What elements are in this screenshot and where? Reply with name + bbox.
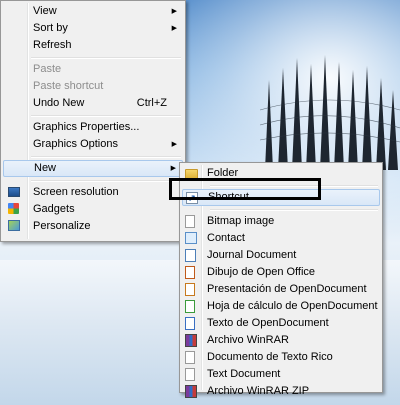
contact-icon [185, 232, 197, 244]
winrar-zip-icon [185, 385, 197, 398]
text-document-icon [185, 368, 195, 381]
submenu-item-contact[interactable]: Contact [182, 230, 380, 247]
menu-item-label: Screen resolution [33, 186, 119, 198]
openoffice-draw-icon [185, 266, 195, 279]
menu-item-label: Text Document [207, 368, 281, 380]
desktop-context-menu: View ▶ Sort by ▶ Refresh Paste Paste sho… [0, 0, 186, 242]
menu-item-sort-by[interactable]: Sort by ▶ [3, 20, 183, 37]
menu-item-personalize[interactable]: Personalize [3, 218, 183, 235]
menu-item-label: New [34, 162, 57, 174]
keyboard-shortcut: Ctrl+Z [136, 97, 167, 109]
menu-item-label: Archivo WinRAR ZIP [207, 385, 310, 397]
submenu-item-text-document[interactable]: Text Document [182, 366, 380, 383]
menu-item-label: Dibujo de Open Office [207, 266, 316, 278]
openoffice-calc-icon [185, 300, 195, 313]
menu-item-label: Texto de OpenDocument [207, 317, 329, 329]
menu-item-label: Sort by [33, 22, 68, 34]
submenu-item-winrar-archive[interactable]: Archivo WinRAR [182, 332, 380, 349]
submenu-item-winrar-zip[interactable]: Archivo WinRAR ZIP [182, 383, 380, 400]
submenu-item-bitmap-image[interactable]: Bitmap image [182, 213, 380, 230]
menu-item-graphics-options[interactable]: Graphics Options ▶ [3, 136, 183, 153]
monitor-icon [8, 187, 20, 197]
menu-item-label: View [33, 5, 57, 17]
submenu-arrow-icon: ▶ [170, 165, 176, 172]
menu-item-label: Bitmap image [207, 215, 275, 227]
menu-item-label: Hoja de cálculo de OpenDocument [207, 300, 378, 312]
submenu-arrow-icon: ▶ [171, 8, 177, 15]
menu-separator [3, 153, 183, 160]
menu-item-label: Refresh [33, 39, 72, 51]
menu-item-view[interactable]: View ▶ [3, 3, 183, 20]
submenu-item-openoffice-draw[interactable]: Dibujo de Open Office [182, 264, 380, 281]
menu-item-graphics-properties[interactable]: Graphics Properties... [3, 119, 183, 136]
submenu-item-journal-document[interactable]: Journal Document [182, 247, 380, 264]
submenu-item-openoffice-text[interactable]: Texto de OpenDocument [182, 315, 380, 332]
annotation-highlight-box [169, 178, 321, 200]
menu-item-label: Gadgets [33, 203, 75, 215]
gadgets-icon [8, 203, 19, 214]
menu-item-new[interactable]: New ▶ [3, 160, 183, 177]
openoffice-impress-icon [185, 283, 195, 296]
menu-item-label: Undo New [33, 97, 85, 109]
menu-item-label: Documento de Texto Rico [207, 351, 333, 363]
menu-separator [3, 112, 183, 119]
journal-document-icon [185, 249, 196, 262]
menu-item-label: Graphics Properties... [33, 121, 140, 133]
menu-item-refresh[interactable]: Refresh [3, 37, 183, 54]
menu-separator [3, 54, 183, 61]
submenu-item-openoffice-presentation[interactable]: Presentación de OpenDocument [182, 281, 380, 298]
trees-silhouette [260, 55, 400, 170]
menu-item-label: Paste shortcut [33, 80, 104, 92]
rich-text-document-icon [185, 351, 195, 364]
submenu-item-rich-text-document[interactable]: Documento de Texto Rico [182, 349, 380, 366]
menu-separator [182, 206, 380, 213]
submenu-arrow-icon: ▶ [171, 141, 177, 148]
menu-item-label: Journal Document [207, 249, 297, 261]
menu-item-paste-shortcut: Paste shortcut [3, 78, 183, 95]
menu-separator [3, 177, 183, 184]
menu-item-label: Archivo WinRAR [207, 334, 289, 346]
menu-item-label: Contact [207, 232, 245, 244]
openoffice-writer-icon [185, 317, 195, 330]
menu-item-label: Graphics Options [33, 138, 118, 150]
bitmap-image-icon [185, 215, 195, 228]
menu-item-gadgets[interactable]: Gadgets [3, 201, 183, 218]
submenu-arrow-icon: ▶ [171, 25, 177, 32]
menu-item-label: Personalize [33, 220, 91, 232]
submenu-item-openoffice-spreadsheet[interactable]: Hoja de cálculo de OpenDocument [182, 298, 380, 315]
menu-item-screen-resolution[interactable]: Screen resolution [3, 184, 183, 201]
menu-item-label: Paste [33, 63, 62, 75]
menu-item-paste: Paste [3, 61, 183, 78]
winrar-icon [185, 334, 197, 347]
menu-item-undo-new[interactable]: Undo New Ctrl+Z [3, 95, 183, 112]
menu-item-label: Presentación de OpenDocument [207, 283, 367, 295]
personalize-icon [8, 220, 20, 231]
